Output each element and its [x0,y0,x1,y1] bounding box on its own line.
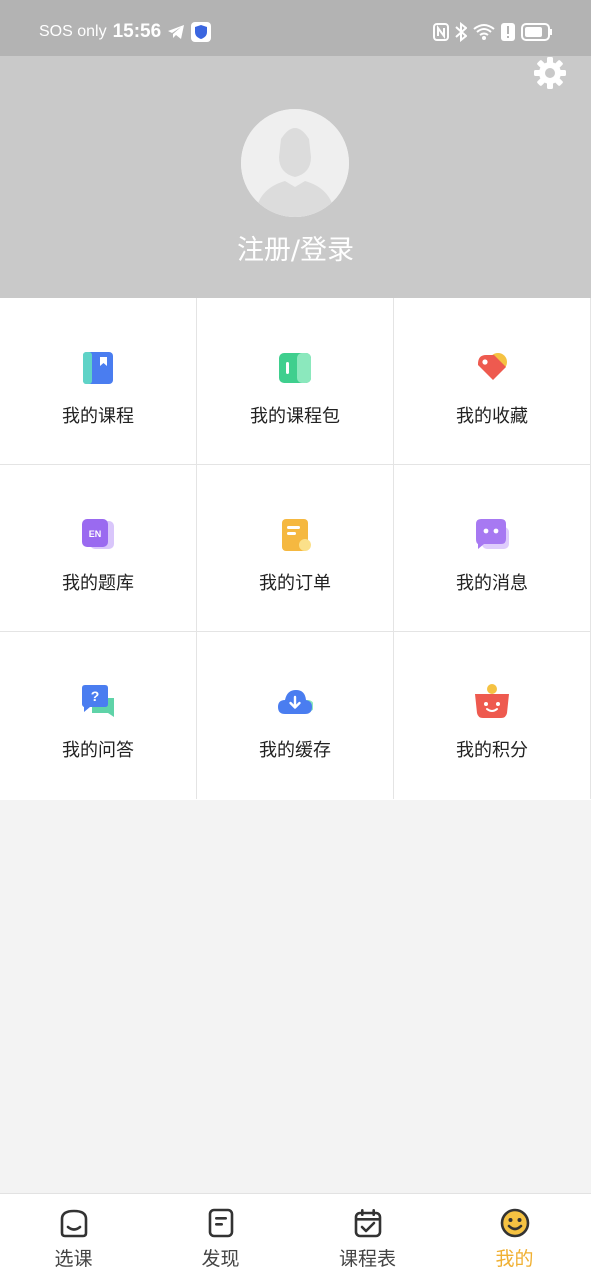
profile-header: 注册/登录 [0,56,591,298]
default-user-icon [241,109,349,217]
qa-icon: ? [82,685,114,717]
bluetooth-icon [455,22,467,42]
login-register-link[interactable]: 注册/登录 [0,228,591,267]
carrier-text: SOS only [39,23,107,40]
menu-item-my-course-pack[interactable]: 我的课程包 [197,298,394,465]
status-left: SOS only 15:56 [39,21,212,43]
bottom-tab-bar: 选课 发现 课程表 我的 [0,1193,591,1281]
menu-item-my-orders[interactable]: 我的订单 [197,465,394,632]
tab-label: 发现 [201,1248,240,1270]
book-icon [83,352,113,384]
gear-icon[interactable] [533,56,567,90]
tab-select-course[interactable]: 选课 [0,1194,147,1281]
menu-item-label: 我的课程 [62,406,134,427]
select-course-icon [60,1209,87,1238]
svg-text:EN: EN [89,529,102,539]
nfc-icon [433,23,449,41]
course-pack-icon [279,353,311,383]
menu-item-label: 我的问答 [62,740,134,761]
cloud-download-icon [278,690,313,714]
menu-item-label: 我的消息 [456,573,528,594]
order-icon [282,519,311,551]
menu-item-my-cache[interactable]: 我的缓存 [197,632,394,799]
question-bank-icon: EN [82,519,114,549]
message-icon [476,519,509,549]
menu-item-label: 我的订单 [259,573,331,594]
points-icon [475,684,509,718]
tab-label: 选课 [54,1248,93,1270]
avatar[interactable] [241,109,349,217]
shield-app-icon [191,22,212,42]
menu-item-label: 我的课程包 [250,406,340,427]
clock-text: 15:56 [112,21,162,42]
menu-grid: 我的课程 我的课程包 我的收藏 EN 我的题库 我的订单 我的消息 ? 我的问答… [0,298,591,800]
svg-text:?: ? [91,688,100,704]
menu-item-my-messages[interactable]: 我的消息 [394,465,591,632]
menu-item-my-favorites[interactable]: 我的收藏 [394,298,591,465]
menu-item-my-points[interactable]: 我的积分 [394,632,591,799]
tab-schedule[interactable]: 课程表 [294,1194,441,1281]
menu-item-my-question-bank[interactable]: EN 我的题库 [0,465,197,632]
status-bar: SOS only 15:56 [0,0,591,56]
tab-mine[interactable]: 我的 [441,1194,588,1281]
menu-item-label: 我的缓存 [259,740,331,761]
battery-icon [521,23,552,41]
discover-icon [208,1208,233,1238]
tab-discover[interactable]: 发现 [147,1194,294,1281]
calendar-icon [354,1209,381,1238]
menu-item-label: 我的积分 [456,740,528,761]
wifi-icon [473,24,495,40]
menu-item-my-qa[interactable]: ? 我的问答 [0,632,197,799]
telegram-icon [168,25,185,39]
tab-label: 我的 [495,1248,534,1270]
heart-tag-icon [478,353,507,380]
smiley-icon [500,1208,529,1238]
alert-icon [501,23,515,41]
status-right [433,22,553,42]
menu-item-label: 我的题库 [62,573,134,594]
menu-item-label: 我的收藏 [456,406,528,427]
tab-label: 课程表 [338,1248,396,1270]
menu-item-my-courses[interactable]: 我的课程 [0,298,197,465]
